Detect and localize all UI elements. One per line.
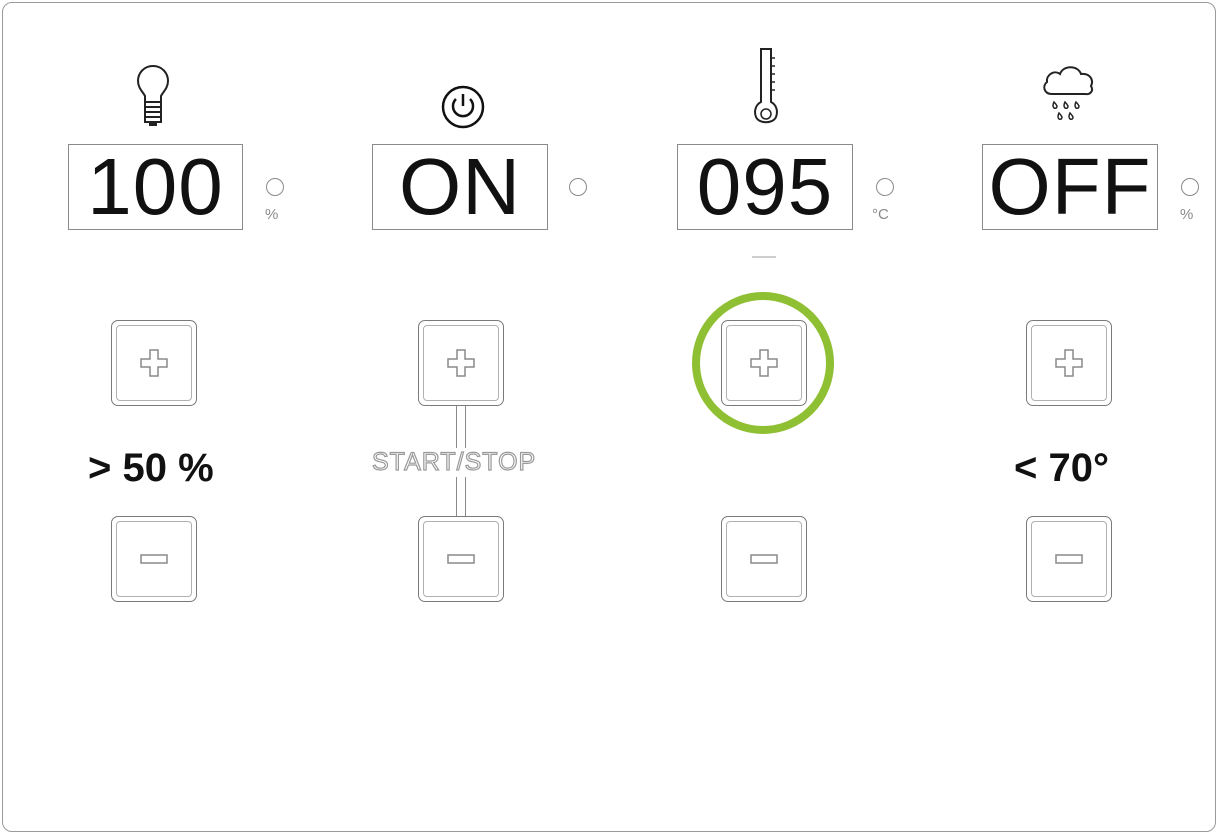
light-bulb-icon	[136, 64, 170, 128]
rain-minus-button[interactable]	[1026, 516, 1112, 602]
minus-icon	[750, 554, 778, 564]
plus-icon	[140, 349, 168, 377]
light-threshold-label: > 50 %	[88, 446, 214, 490]
rain-indicator-led	[1181, 178, 1199, 196]
power-plus-button[interactable]	[418, 320, 504, 406]
rain-cloud-icon	[1040, 62, 1096, 126]
plus-icon	[750, 349, 778, 377]
start-stop-label: START/STOP	[370, 447, 539, 477]
rain-state-display: OFF	[982, 144, 1158, 230]
temperature-unit: °C	[872, 206, 889, 223]
rain-unit: %	[1180, 206, 1194, 223]
temperature-plus-button[interactable]	[721, 320, 807, 406]
light-unit: %	[265, 206, 279, 223]
power-icon	[440, 84, 486, 130]
light-minus-button[interactable]	[111, 516, 197, 602]
power-state-display: ON	[372, 144, 548, 230]
plus-icon	[1055, 349, 1083, 377]
minus-icon	[447, 554, 475, 564]
temperature-minus-button[interactable]	[721, 516, 807, 602]
light-level-display: 100	[68, 144, 243, 230]
temperature-indicator-led	[876, 178, 894, 196]
light-level-value: 100	[87, 142, 224, 231]
control-panel	[2, 2, 1216, 832]
power-state-value: ON	[399, 142, 521, 231]
light-indicator-led	[266, 178, 284, 196]
rain-state-value: OFF	[988, 142, 1152, 231]
minus-icon	[140, 554, 168, 564]
rain-threshold-label: < 70°	[1014, 446, 1109, 490]
power-indicator-led	[569, 178, 587, 196]
rain-plus-button[interactable]	[1026, 320, 1112, 406]
power-minus-button[interactable]	[418, 516, 504, 602]
light-plus-button[interactable]	[111, 320, 197, 406]
plus-icon	[447, 349, 475, 377]
temperature-value: 095	[696, 142, 834, 231]
minus-icon	[1055, 554, 1083, 564]
thermometer-icon	[752, 46, 780, 128]
divider	[752, 256, 776, 258]
temperature-display: 095	[677, 144, 853, 230]
